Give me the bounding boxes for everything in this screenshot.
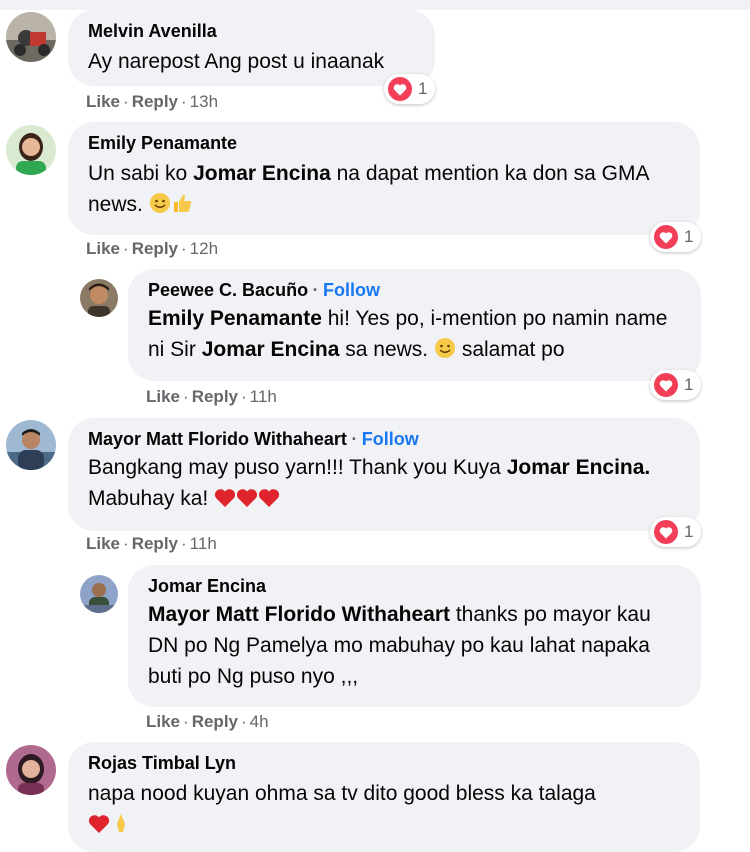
commenter-name[interactable]: Rojas Timbal Lyn	[88, 752, 680, 774]
mention-link[interactable]: Jomar Encina.	[507, 456, 651, 479]
comment-bubble: Rojas Timbal Lyn napa nood kuyan ohma sa…	[68, 742, 700, 852]
reaction-number: 1	[684, 375, 694, 394]
text-segment: napa nood kuyan ohma sa tv dito good ble…	[88, 782, 596, 805]
mention-link[interactable]: Mayor Matt Florido Withaheart	[148, 603, 450, 626]
timestamp[interactable]: 11h	[190, 534, 217, 553]
text-segment: Un sabi ko	[88, 162, 194, 185]
text-segment: salamat po	[455, 338, 565, 361]
comment-actions: Like · Reply · 11h	[146, 387, 277, 407]
timestamp[interactable]: 4h	[250, 712, 269, 731]
reply-button[interactable]: Reply	[132, 92, 178, 111]
separator: ·	[312, 280, 319, 300]
top-divider	[0, 0, 750, 10]
heart-emoji-icon	[88, 812, 110, 843]
comment-text: Bangkang may puso yarn!!! Thank you Kuya…	[88, 452, 680, 517]
avatar[interactable]	[6, 12, 56, 62]
avatar[interactable]	[6, 420, 56, 470]
text-segment: Bangkang may puso yarn!!! Thank you Kuya	[88, 456, 507, 479]
reaction-number: 1	[684, 227, 694, 246]
heart-icon	[654, 373, 678, 397]
comment-bubble: Jomar Encina Mayor Matt Florido Withahea…	[128, 565, 701, 707]
mention-link[interactable]: Jomar Encina	[193, 162, 331, 185]
timestamp[interactable]: 13h	[190, 92, 218, 111]
commenter-header: Peewee C. Bacuño · Follow	[148, 279, 681, 301]
commenter-name[interactable]: Emily Penamante	[88, 132, 680, 154]
like-button[interactable]: Like	[146, 712, 180, 731]
like-button[interactable]: Like	[86, 239, 120, 258]
comment-actions: Like · Reply · 13h	[86, 92, 218, 112]
like-button[interactable]: Like	[86, 92, 120, 111]
commenter-name[interactable]: Jomar Encina	[148, 575, 681, 597]
heart-icon	[654, 520, 678, 544]
follow-button[interactable]: Follow	[362, 429, 419, 449]
separator: ·	[123, 534, 129, 553]
comment-bubble: Mayor Matt Florido Withaheart · Follow B…	[68, 418, 700, 531]
avatar[interactable]	[80, 279, 118, 317]
separator: ·	[183, 712, 189, 731]
comment-text: Emily Penamante hi! Yes po, i-mention po…	[148, 303, 681, 368]
reply-button[interactable]: Reply	[192, 712, 238, 731]
timestamp[interactable]: 11h	[250, 387, 277, 406]
follow-button[interactable]: Follow	[323, 280, 380, 300]
comment-bubble: Emily Penamante Un sabi ko Jomar Encina …	[68, 122, 700, 235]
smile-emoji-icon	[434, 337, 456, 368]
praying-hands-emoji-icon	[110, 812, 132, 843]
thumbs-up-emoji-icon	[171, 192, 193, 223]
heart-emoji-icon	[258, 486, 280, 517]
text-segment: sa news.	[339, 338, 429, 361]
reply-button[interactable]: Reply	[132, 534, 178, 553]
heart-emoji-icon	[236, 486, 258, 517]
separator: ·	[123, 92, 129, 111]
reaction-count[interactable]: 1	[650, 370, 702, 400]
separator: ·	[181, 92, 187, 111]
comment-text: Un sabi ko Jomar Encina na dapat mention…	[88, 158, 680, 223]
commenter-header: Mayor Matt Florido Withaheart · Follow	[88, 428, 680, 450]
avatar[interactable]	[80, 575, 118, 613]
separator: ·	[181, 534, 187, 553]
heart-icon	[654, 225, 678, 249]
separator: ·	[351, 429, 358, 449]
comment-actions: Like · Reply · 4h	[146, 712, 269, 732]
commenter-name[interactable]: Peewee C. Bacuño	[148, 280, 308, 300]
reaction-number: 1	[418, 79, 428, 98]
comment-bubble: Peewee C. Bacuño · Follow Emily Penamant…	[128, 269, 701, 381]
timestamp[interactable]: 12h	[190, 239, 218, 258]
mention-link[interactable]: Emily Penamante	[148, 307, 322, 330]
comment-actions: Like · Reply · 12h	[86, 239, 218, 259]
like-button[interactable]: Like	[86, 534, 120, 553]
comment-text: napa nood kuyan ohma sa tv dito good ble…	[88, 778, 680, 809]
comment-text: Ay narepost Ang post u inaanak	[88, 50, 385, 73]
reaction-count[interactable]: 1	[650, 517, 702, 547]
heart-icon	[388, 77, 412, 101]
text-segment: Mabuhay ka!	[88, 487, 209, 510]
avatar[interactable]	[6, 125, 56, 175]
reaction-count[interactable]: 1	[650, 222, 702, 252]
reaction-count[interactable]: 1	[384, 74, 436, 104]
separator: ·	[123, 239, 129, 258]
comment-bubble: Melvin Avenilla Ay narepost Ang post u i…	[68, 10, 435, 86]
like-button[interactable]: Like	[146, 387, 180, 406]
reply-button[interactable]: Reply	[132, 239, 178, 258]
reaction-number: 1	[684, 522, 694, 541]
mention-link[interactable]: Jomar Encina	[202, 338, 340, 361]
avatar[interactable]	[6, 745, 56, 795]
separator: ·	[181, 239, 187, 258]
separator: ·	[241, 387, 247, 406]
heart-emoji-icon	[214, 486, 236, 517]
comment-text: Mayor Matt Florido Withaheart thanks po …	[148, 599, 681, 692]
separator: ·	[241, 712, 247, 731]
comment-emoji-line	[88, 809, 680, 843]
smile-emoji-icon	[149, 192, 171, 223]
commenter-name[interactable]: Mayor Matt Florido Withaheart	[88, 429, 347, 449]
comment-actions: Like · Reply · 11h	[86, 534, 217, 554]
commenter-name[interactable]: Melvin Avenilla	[88, 20, 415, 42]
separator: ·	[183, 387, 189, 406]
reply-button[interactable]: Reply	[192, 387, 238, 406]
